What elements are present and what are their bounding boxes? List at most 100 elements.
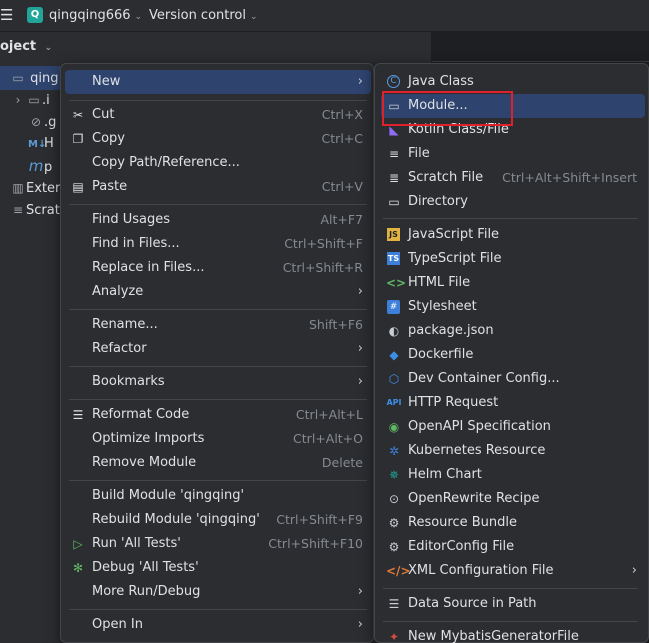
openapi-icon: ◉ [388, 420, 400, 434]
menu-item-run-all-tests[interactable]: ▷ Run 'All Tests' Ctrl+Shift+F10 [65, 532, 371, 556]
markdown-icon: M↓ [28, 139, 47, 150]
java-class-icon: C [387, 75, 400, 88]
new-item-file[interactable]: ≡ File [381, 142, 645, 166]
tree-item[interactable]: mp [28, 155, 53, 177]
run-icon: ▷ [73, 537, 83, 551]
tree-item[interactable]: › ▭ .i [10, 89, 50, 111]
menu-item-label: Find Usages [92, 212, 171, 227]
menu-item-label: HTTP Request [408, 395, 499, 410]
menu-item-new[interactable]: New › [65, 70, 371, 94]
openrewrite-icon: ⊙ [388, 492, 400, 506]
new-item-helm-chart[interactable]: ✵ Helm Chart [381, 463, 645, 487]
menu-item-copy-path[interactable]: Copy Path/Reference... [65, 151, 371, 175]
menu-separator [383, 621, 638, 622]
chevron-right-icon: › [357, 617, 363, 632]
editorconfig-icon: ⚙ [388, 540, 400, 554]
menu-item-label: New [92, 74, 121, 89]
menu-item-label: Cut [92, 107, 115, 122]
title-bar: ☰ Q qingqing666 ⌄ Version control ⌄ [0, 0, 649, 32]
ignore-icon: ⊘ [30, 115, 42, 129]
database-icon: ☰ [388, 597, 400, 611]
shortcut-label: Alt+F7 [320, 212, 363, 227]
menu-item-refactor[interactable]: Refactor › [65, 337, 371, 361]
mybatis-icon: ✦ [388, 630, 400, 643]
menu-item-rename[interactable]: Rename... Shift+F6 [65, 313, 371, 337]
menu-item-debug-all-tests[interactable]: ✻ Debug 'All Tests' [65, 556, 371, 580]
new-item-package-json[interactable]: ◐ package.json [381, 319, 645, 343]
menu-item-copy[interactable]: ❐ Copy Ctrl+C [65, 127, 371, 151]
main-menu-icon[interactable]: ☰ [0, 7, 13, 23]
menu-item-label: New MybatisGeneratorFile [408, 629, 579, 643]
new-item-kubernetes[interactable]: ✲ Kubernetes Resource [381, 439, 645, 463]
new-item-mybatis-generator[interactable]: ✦ New MybatisGeneratorFile [381, 625, 645, 643]
menu-item-paste[interactable]: ▤ Paste Ctrl+V [65, 175, 371, 199]
menu-item-label: Copy [92, 131, 125, 146]
menu-separator [383, 218, 638, 219]
new-item-resource-bundle[interactable]: ⚙ Resource Bundle [381, 511, 645, 535]
menu-item-more-run-debug[interactable]: More Run/Debug › [65, 580, 371, 604]
project-badge: Q [27, 7, 43, 23]
menu-separator [69, 366, 367, 367]
project-panel-title[interactable]: oject ⌄ [0, 39, 52, 54]
new-item-stylesheet[interactable]: # Stylesheet [381, 295, 645, 319]
menu-item-label: OpenRewrite Recipe [408, 491, 540, 506]
new-item-xml-config[interactable]: </> XML Configuration File › [381, 559, 645, 583]
menu-item-rebuild-module[interactable]: Rebuild Module 'qingqing' Ctrl+Shift+F9 [65, 508, 371, 532]
paste-icon: ▤ [72, 180, 84, 194]
new-item-editorconfig[interactable]: ⚙ EditorConfig File [381, 535, 645, 559]
new-item-typescript[interactable]: TS TypeScript File [381, 247, 645, 271]
menu-item-remove-module[interactable]: Remove Module Delete [65, 451, 371, 475]
new-item-http-request[interactable]: API HTTP Request [381, 391, 645, 415]
menu-item-label: Build Module 'qingqing' [92, 488, 245, 503]
typescript-icon: TS [387, 252, 400, 265]
npm-icon: ◐ [388, 324, 400, 338]
menu-item-build-module[interactable]: Build Module 'qingqing' [65, 484, 371, 508]
shortcut-label: Ctrl+Shift+F10 [268, 536, 363, 551]
menu-item-bookmarks[interactable]: Bookmarks › [65, 370, 371, 394]
menu-item-open-in[interactable]: Open In › [65, 613, 371, 637]
new-item-openrewrite[interactable]: ⊙ OpenRewrite Recipe [381, 487, 645, 511]
menu-item-optimize-imports[interactable]: Optimize Imports Ctrl+Alt+O [65, 427, 371, 451]
menu-item-replace-in-files[interactable]: Replace in Files... Ctrl+Shift+R [65, 256, 371, 280]
menu-separator [69, 309, 367, 310]
helm-icon: ✵ [388, 468, 400, 482]
new-item-openapi[interactable]: ◉ OpenAPI Specification [381, 415, 645, 439]
new-submenu: C Java Class ▭ Module... ◣ Kotlin Class/Fil… [374, 63, 649, 643]
new-item-scratch-file[interactable]: ≣ Scratch File Ctrl+Alt+Shift+Insert [381, 166, 645, 190]
reformat-icon: ☰ [72, 408, 84, 422]
shortcut-label: Ctrl+Alt+O [293, 431, 363, 446]
chevron-right-icon: › [357, 374, 363, 389]
menu-separator [69, 480, 367, 481]
chevron-down-icon: ⌄ [44, 43, 53, 53]
menu-item-find-in-files[interactable]: Find in Files... Ctrl+Shift+F [65, 232, 371, 256]
menu-item-label: Paste [92, 179, 128, 194]
version-control-dropdown[interactable]: Version control ⌄ [149, 8, 258, 23]
menu-item-find-usages[interactable]: Find Usages Alt+F7 [65, 208, 371, 232]
scratch-file-icon: ≣ [388, 171, 400, 185]
new-item-dockerfile[interactable]: ◆ Dockerfile [381, 343, 645, 367]
tree-item[interactable]: ▭ qing [10, 67, 58, 89]
resource-bundle-icon: ⚙ [388, 516, 400, 530]
tree-item[interactable]: M↓H [28, 133, 54, 155]
menu-item-label: Scratch File [408, 170, 484, 185]
new-item-directory[interactable]: ▭ Directory [381, 190, 645, 214]
shortcut-label: Ctrl+Shift+R [282, 260, 363, 275]
shortcut-label: Ctrl+Shift+F [284, 236, 363, 251]
tree-item[interactable]: ⊘ .g [28, 111, 56, 133]
new-item-html[interactable]: <> HTML File [381, 271, 645, 295]
new-item-data-source[interactable]: ☰ Data Source in Path [381, 592, 645, 616]
menu-item-label: JavaScript File [408, 227, 500, 242]
project-switcher[interactable]: qingqing666 ⌄ [49, 8, 142, 23]
menu-item-label: HTML File [408, 275, 471, 290]
shortcut-label: Ctrl+C [321, 131, 363, 146]
menu-item-analyze[interactable]: Analyze › [65, 280, 371, 304]
tree-item[interactable]: ≡ Scrat [10, 199, 60, 221]
menu-item-reformat-code[interactable]: ☰ Reformat Code Ctrl+Alt+L [65, 403, 371, 427]
maven-icon: m [28, 157, 44, 175]
shortcut-label: Ctrl+Alt+L [295, 407, 363, 422]
new-item-javascript[interactable]: JS JavaScript File [381, 223, 645, 247]
new-item-dev-container[interactable]: ⬡ Dev Container Config... [381, 367, 645, 391]
tree-item[interactable]: ▥ Exter [10, 177, 60, 199]
menu-item-label: Data Source in Path [408, 596, 537, 611]
menu-item-cut[interactable]: ✂ Cut Ctrl+X [65, 103, 371, 127]
